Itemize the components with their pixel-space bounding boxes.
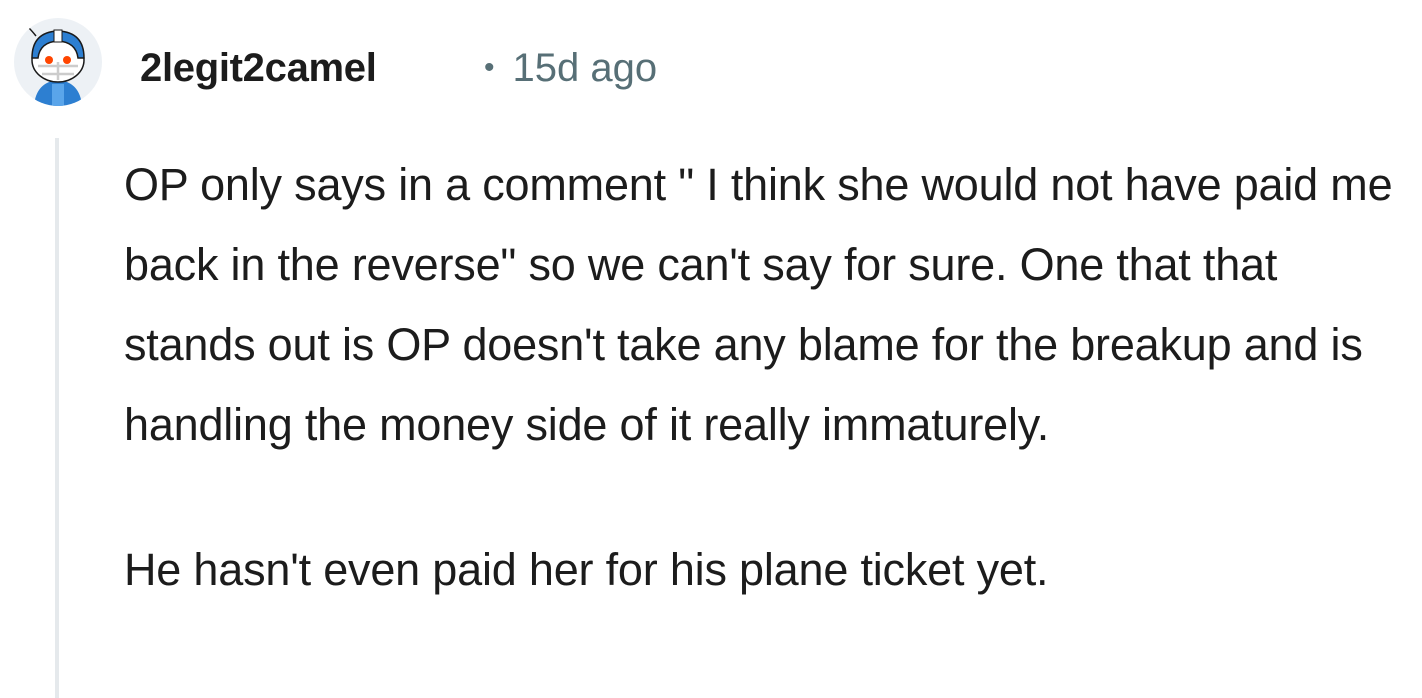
comment-paragraph: He hasn't even paid her for his plane ti… [124,544,1049,595]
avatar[interactable] [14,18,102,106]
separator-dot: • [484,51,495,84]
username-link[interactable]: 2legit2camel [140,44,377,92]
comment-meta: • 15d ago [484,44,657,92]
timestamp[interactable]: 15d ago [513,46,658,90]
comment-body: OP only says in a comment " I think she … [124,145,1416,610]
comment: 2legit2camel • 15d ago OP only says in a … [0,0,1422,698]
comment-paragraph: OP only says in a comment " I think she … [124,159,1393,450]
thread-line[interactable] [55,138,59,698]
snoo-football-helmet-icon [19,19,85,106]
